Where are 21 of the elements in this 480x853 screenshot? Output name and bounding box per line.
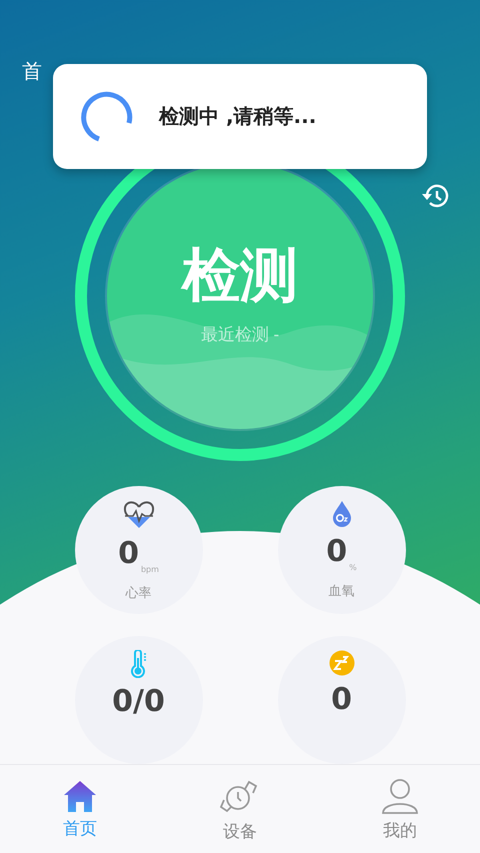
metric-card[interactable]: 0/0 (74, 636, 202, 764)
metric-label: 心率 (126, 585, 152, 602)
metric-unit: % (349, 563, 357, 572)
oxygen-drop-icon (330, 500, 352, 528)
history-icon (421, 183, 449, 209)
home-icon (63, 778, 97, 812)
metric-card[interactable]: 0 (278, 636, 406, 764)
thermometer-icon (128, 650, 148, 678)
metric-value: 0/0 (112, 684, 165, 720)
heart-rate-icon (122, 500, 156, 530)
sleep-icon (328, 650, 354, 676)
metric-card[interactable]: 0% 血氧 (278, 486, 406, 614)
loading-spinner-icon (81, 90, 133, 142)
metric-value: 0 (118, 536, 139, 572)
metric-value: 0 (326, 534, 348, 570)
profile-icon (381, 776, 419, 814)
page-title: 首 (22, 59, 42, 83)
metric-value: 0 (331, 682, 352, 718)
metric-unit: bpm (140, 565, 159, 574)
metric-label: 血氧 (328, 583, 354, 600)
toast-message: 检测中 ,请稍等... (159, 103, 316, 130)
